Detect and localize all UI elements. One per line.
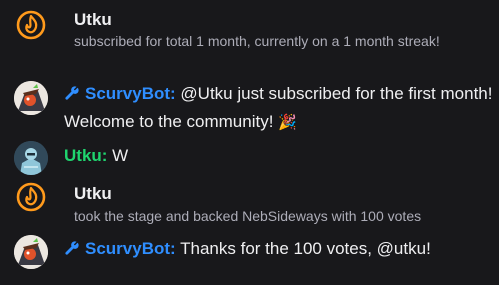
chat-text: Thanks for the 100 votes, @utku!: [175, 239, 431, 258]
utku-avatar[interactable]: [14, 141, 48, 175]
chat-message: ScurvyBot: Thanks for the 100 votes, @ut…: [0, 233, 499, 273]
chat-username-scurvybot[interactable]: ScurvyBot: [85, 84, 170, 103]
scurvybot-avatar[interactable]: [14, 81, 48, 115]
chat-subscription-event: Utku subscribed for total 1 month, curre…: [0, 0, 499, 74]
wrench-icon[interactable]: [64, 238, 80, 264]
party-popper-emote: 🎉: [278, 114, 297, 131]
scurvybot-avatar[interactable]: [14, 235, 48, 269]
chat-message-body: ScurvyBot: @Utku just subscribed for the…: [64, 81, 494, 136]
chat-text: W: [107, 146, 129, 165]
chat-message-body: Utku: W: [64, 143, 128, 169]
subscription-flame-icon: [14, 8, 48, 42]
chat-message: Utku: W: [0, 140, 499, 175]
chat-message: ScurvyBot: @Utku just subscribed for the…: [0, 78, 499, 136]
stage-detail: took the stage and backed NebSideways wi…: [74, 208, 422, 224]
wrench-icon[interactable]: [64, 83, 80, 109]
chat-message-body: ScurvyBot: Thanks for the 100 votes, @ut…: [64, 236, 431, 264]
chat-username-utku[interactable]: Utku: [64, 146, 102, 165]
stage-username[interactable]: Utku: [74, 184, 112, 204]
subscription-flame-icon: [14, 180, 48, 214]
chat-stage-event: Utku took the stage and backed NebSidewa…: [0, 176, 499, 226]
chat-username-scurvybot[interactable]: ScurvyBot: [85, 239, 170, 258]
subscription-detail: subscribed for total 1 month, currently …: [74, 33, 440, 49]
subscriber-username[interactable]: Utku: [74, 10, 112, 30]
